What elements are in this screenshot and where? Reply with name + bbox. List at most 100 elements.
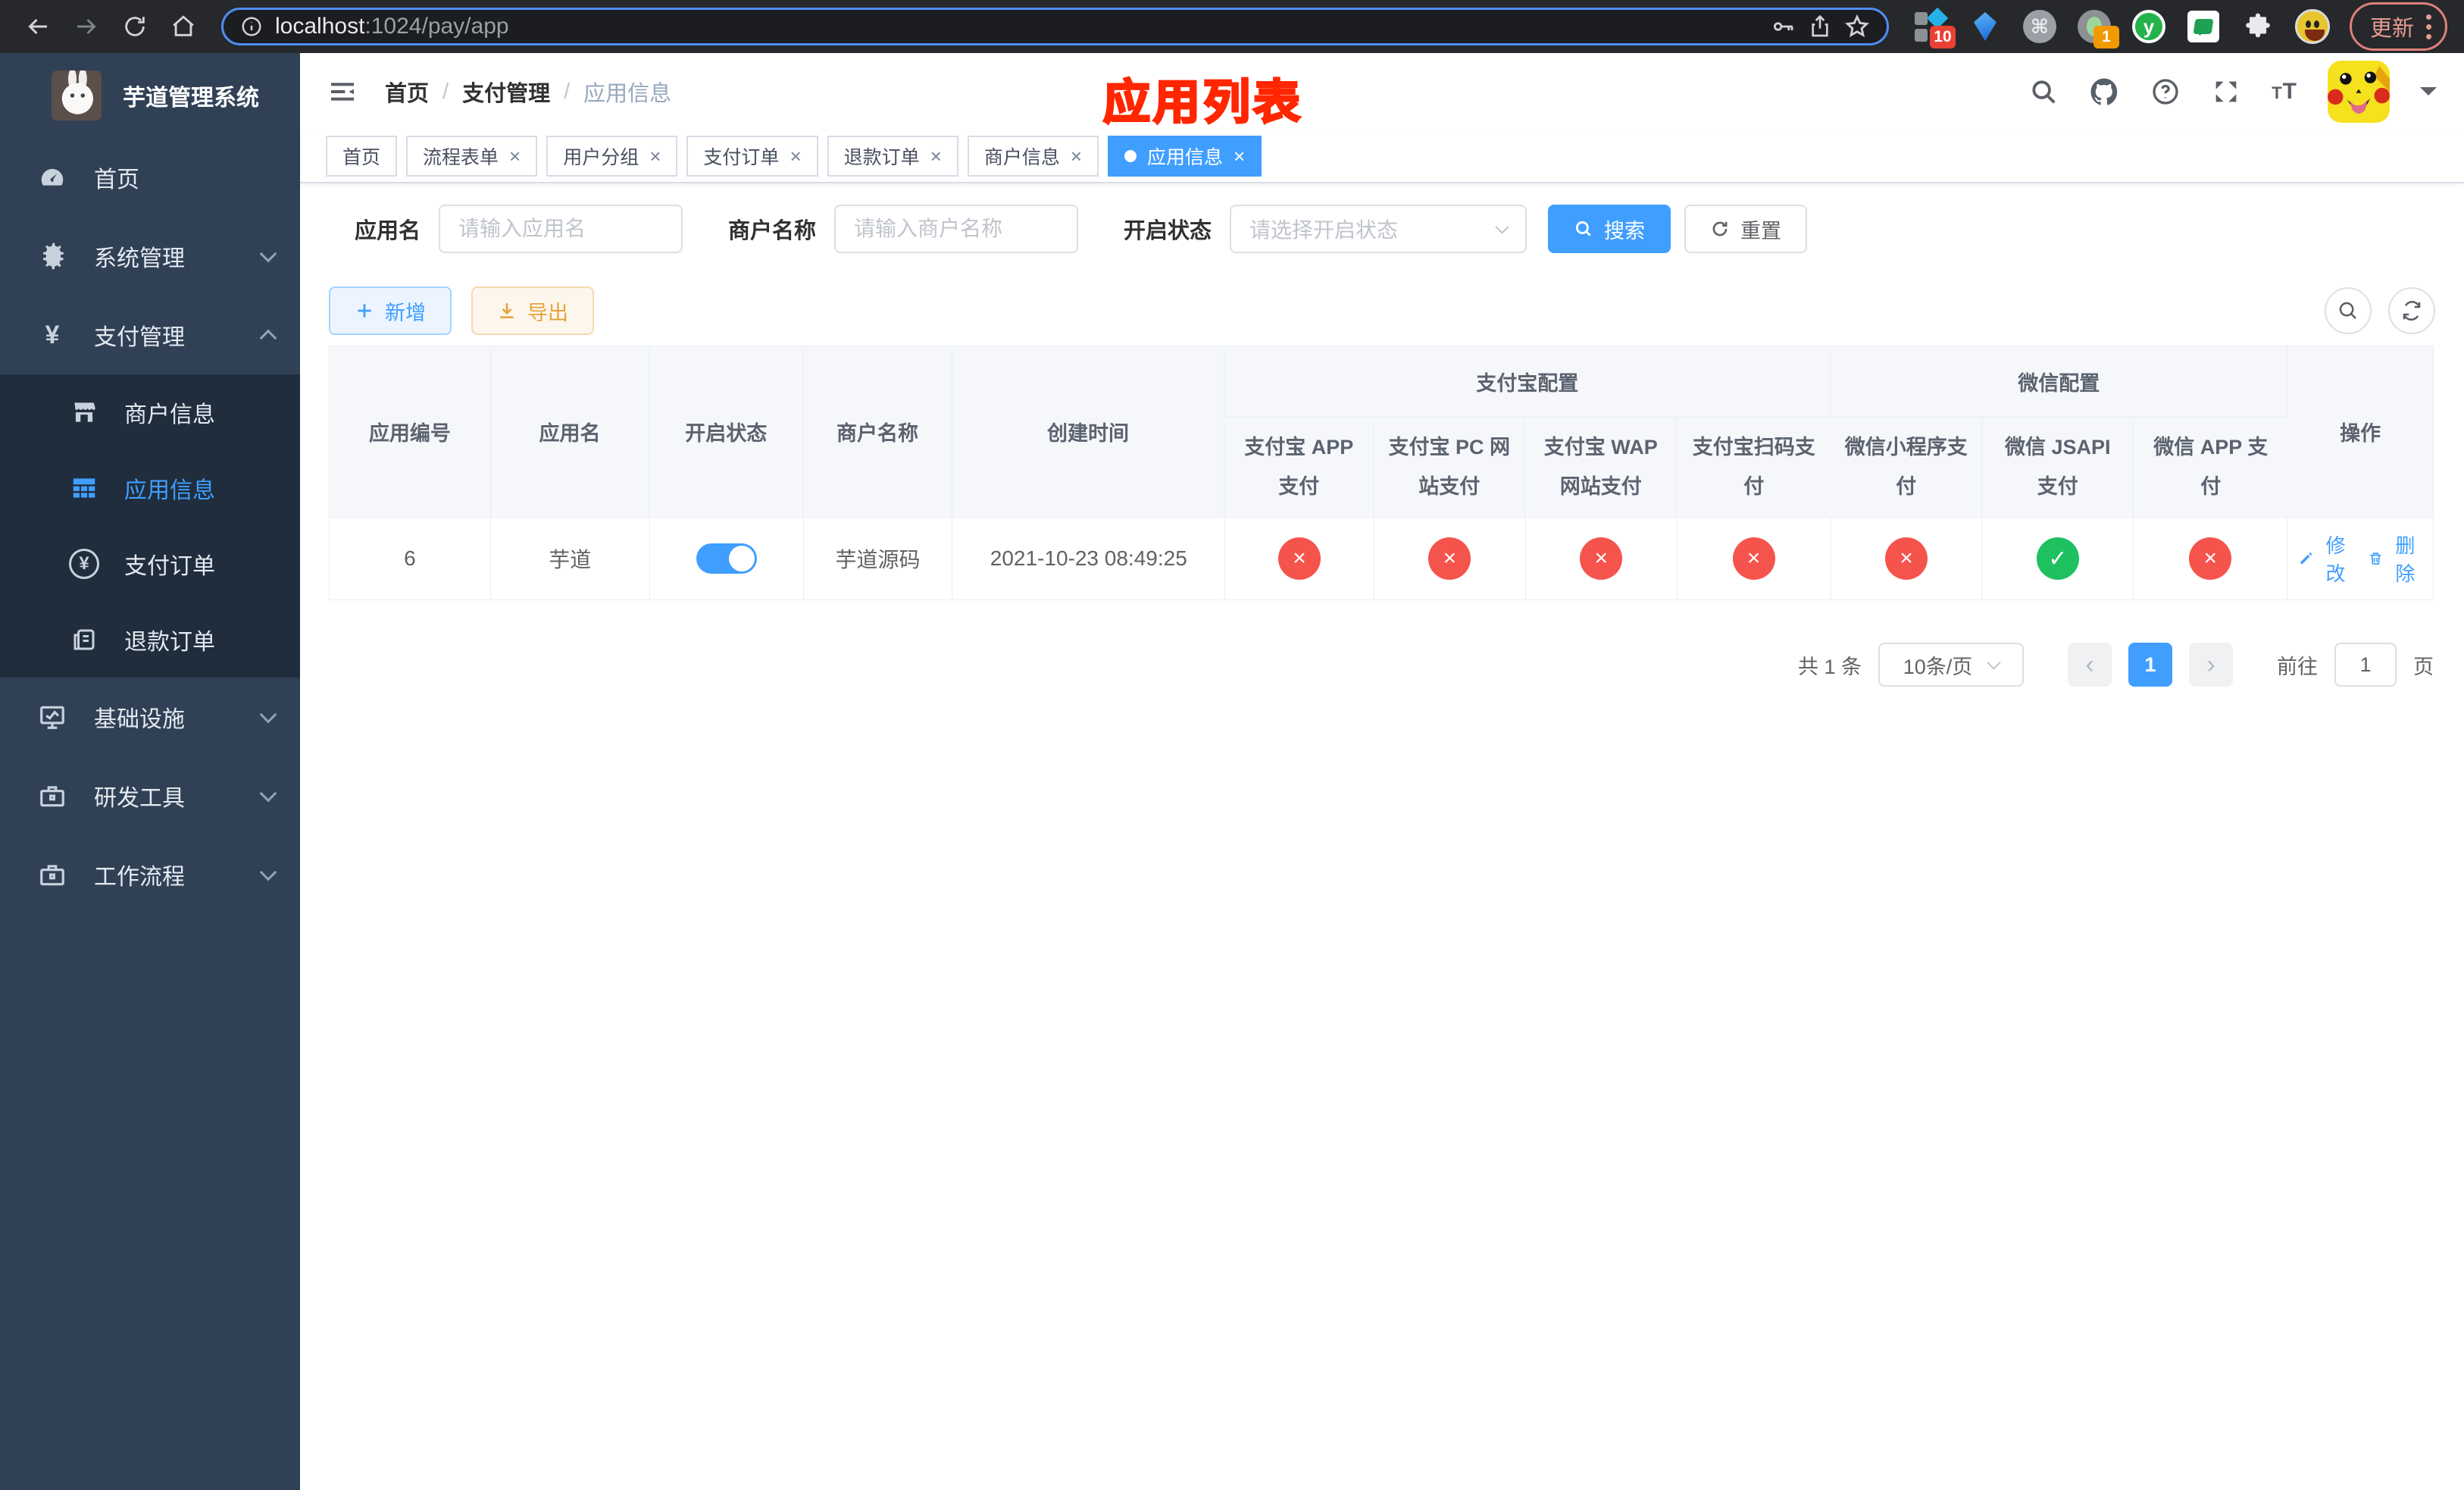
github-icon[interactable] xyxy=(2088,76,2120,108)
browser-back-button[interactable] xyxy=(17,5,59,48)
tab-process-form[interactable]: 流程表单 × xyxy=(406,136,538,177)
export-button[interactable]: 导出 xyxy=(471,286,594,335)
browser-menu-kebab-icon[interactable] xyxy=(2426,14,2431,39)
browser-update-button[interactable]: 更新 xyxy=(2349,2,2447,51)
tab-close-icon[interactable]: × xyxy=(930,146,942,166)
sidebar-item-refund-order[interactable]: 退款订单 xyxy=(0,602,300,678)
tab-refund-order[interactable]: 退款订单 × xyxy=(827,136,958,177)
tab-merchant-info[interactable]: 商户信息 × xyxy=(967,136,1099,177)
tab-close-icon[interactable]: × xyxy=(509,146,521,166)
status-circle-icon: × xyxy=(1884,537,1928,580)
sidebar-item-infrastructure[interactable]: 基础设施 xyxy=(0,678,300,756)
sidebar-item-label: 商户信息 xyxy=(124,402,215,427)
app-table: 应用编号 应用名 开启状态 商户名称 创建时间 支付宝配置 支付宝 APP 支付… xyxy=(329,346,2434,600)
font-size-icon[interactable]: TT xyxy=(2272,79,2297,105)
next-page-button[interactable]: › xyxy=(2189,643,2233,687)
app-name-input[interactable] xyxy=(439,205,683,253)
app-title: 芋道管理系统 xyxy=(123,86,259,111)
share-icon[interactable] xyxy=(1808,14,1832,39)
browser-home-button[interactable] xyxy=(162,5,205,48)
chevron-down-icon xyxy=(1495,219,1509,234)
password-key-icon[interactable] xyxy=(1770,14,1796,39)
delete-link[interactable]: 删除 xyxy=(2368,531,2422,587)
address-bar[interactable]: localhost:1024/pay/app xyxy=(221,8,1889,45)
sidebar-item-label: 退款订单 xyxy=(124,630,215,655)
extension-badge: 10 xyxy=(1929,26,1956,49)
table-row: 6 芋道 芋道源码 2021-10-23 08:49:25 × × × × × … xyxy=(330,517,2433,599)
extension-chat-icon[interactable] xyxy=(2186,9,2221,44)
sidebar-item-home[interactable]: 首页 xyxy=(0,138,300,217)
reset-button[interactable]: 重置 xyxy=(1684,205,1808,253)
toolbox-icon xyxy=(35,781,70,810)
status-select-placeholder: 请选择开启状态 xyxy=(1249,218,1399,242)
status-select[interactable]: 请选择开启状态 xyxy=(1230,205,1527,253)
home-icon xyxy=(173,15,194,36)
extension-grid-icon[interactable]: 10 xyxy=(1913,7,1956,49)
search-button[interactable]: 搜索 xyxy=(1548,205,1671,253)
col-status: 开启状态 xyxy=(649,346,804,517)
sidebar-item-merchant-info[interactable]: 商户信息 xyxy=(0,374,300,450)
status-label: 开启状态 xyxy=(1124,219,1212,243)
extensions-puzzle-icon[interactable] xyxy=(2240,9,2275,44)
site-info-icon[interactable] xyxy=(240,15,263,38)
extension-gem-icon[interactable] xyxy=(1968,9,2003,44)
breadcrumb-section[interactable]: 支付管理 xyxy=(462,76,550,108)
payment-submenu: 商户信息 应用信息 ¥ 支付订单 退款订单 xyxy=(0,374,300,678)
gear-icon xyxy=(35,242,70,271)
search-icon xyxy=(2339,302,2356,319)
breadcrumb-home[interactable]: 首页 xyxy=(385,76,429,108)
browser-forward-button[interactable] xyxy=(65,5,108,48)
cell-alipay-wap-status: × xyxy=(1526,518,1678,599)
status-toggle[interactable] xyxy=(696,543,757,574)
edit-link[interactable]: 修改 xyxy=(2298,531,2353,587)
browser-profile-avatar[interactable] xyxy=(2294,9,2330,44)
plus-icon xyxy=(358,304,371,318)
page-size-select[interactable]: 10条/页 xyxy=(1878,643,2024,687)
browser-reload-button[interactable] xyxy=(114,5,156,48)
tab-home[interactable]: 首页 xyxy=(326,136,398,177)
page-content: 应用名 商户名称 开启状态 请选择开启状态 搜索 重置 xyxy=(300,183,2464,687)
download-icon xyxy=(500,303,514,318)
show-search-toggle-button[interactable] xyxy=(2325,287,2372,334)
col-ops: 操作 xyxy=(2340,422,2381,445)
bookmark-star-icon[interactable] xyxy=(1844,14,1870,39)
extension-command-icon[interactable]: ⌘ xyxy=(2022,9,2057,44)
sidebar-collapse-button[interactable] xyxy=(327,77,358,107)
goto-page-input[interactable] xyxy=(2334,643,2397,687)
tab-close-icon[interactable]: × xyxy=(1234,146,1245,166)
update-label: 更新 xyxy=(2369,17,2414,41)
chevron-down-icon xyxy=(259,706,277,724)
tab-close-icon[interactable]: × xyxy=(790,146,801,166)
merchant-name-input[interactable] xyxy=(834,205,1079,253)
tab-pay-order[interactable]: 支付订单 × xyxy=(686,136,818,177)
tab-user-group[interactable]: 用户分组 × xyxy=(546,136,678,177)
refresh-table-button[interactable] xyxy=(2388,287,2435,334)
header-search-icon[interactable] xyxy=(2029,77,2058,106)
sidebar-item-pay-order[interactable]: ¥ 支付订单 xyxy=(0,526,300,602)
add-button[interactable]: 新增 xyxy=(329,286,452,335)
help-icon[interactable] xyxy=(2150,77,2181,107)
page-number-1[interactable]: 1 xyxy=(2128,643,2172,687)
sidebar-item-system[interactable]: 系统管理 xyxy=(0,217,300,296)
chevron-down-icon xyxy=(259,245,277,263)
document-icon xyxy=(67,626,102,653)
sidebar-item-payment[interactable]: ¥ 支付管理 xyxy=(0,296,300,374)
sidebar-item-app-info[interactable]: 应用信息 xyxy=(0,450,300,526)
sidebar-logo[interactable]: 芋道管理系统 xyxy=(0,53,300,138)
tab-close-icon[interactable]: × xyxy=(649,146,661,166)
tab-close-icon[interactable]: × xyxy=(1071,146,1082,166)
extension-recorder-icon[interactable]: 1 xyxy=(2077,9,2119,49)
fullscreen-icon[interactable] xyxy=(2211,77,2241,107)
extension-y-icon[interactable]: y xyxy=(2131,9,2166,44)
col-app-id: 应用编号 xyxy=(330,346,491,517)
col-wechat-jsapi: 微信 JSAPI 支付 xyxy=(1982,418,2134,517)
prev-page-button[interactable]: ‹ xyxy=(2068,643,2112,687)
tab-app-info[interactable]: 应用信息 × xyxy=(1108,136,1262,177)
avatar-dropdown-caret-icon[interactable] xyxy=(2420,87,2437,104)
user-avatar[interactable] xyxy=(2328,61,2390,123)
dashboard-icon xyxy=(35,163,70,192)
col-alipay-qr: 支付宝扫码支付 xyxy=(1692,436,1815,498)
sidebar-item-workflow[interactable]: 工作流程 xyxy=(0,835,300,914)
sidebar-item-dev-tools[interactable]: 研发工具 xyxy=(0,756,300,835)
sidebar-item-label: 研发工具 xyxy=(94,786,185,811)
